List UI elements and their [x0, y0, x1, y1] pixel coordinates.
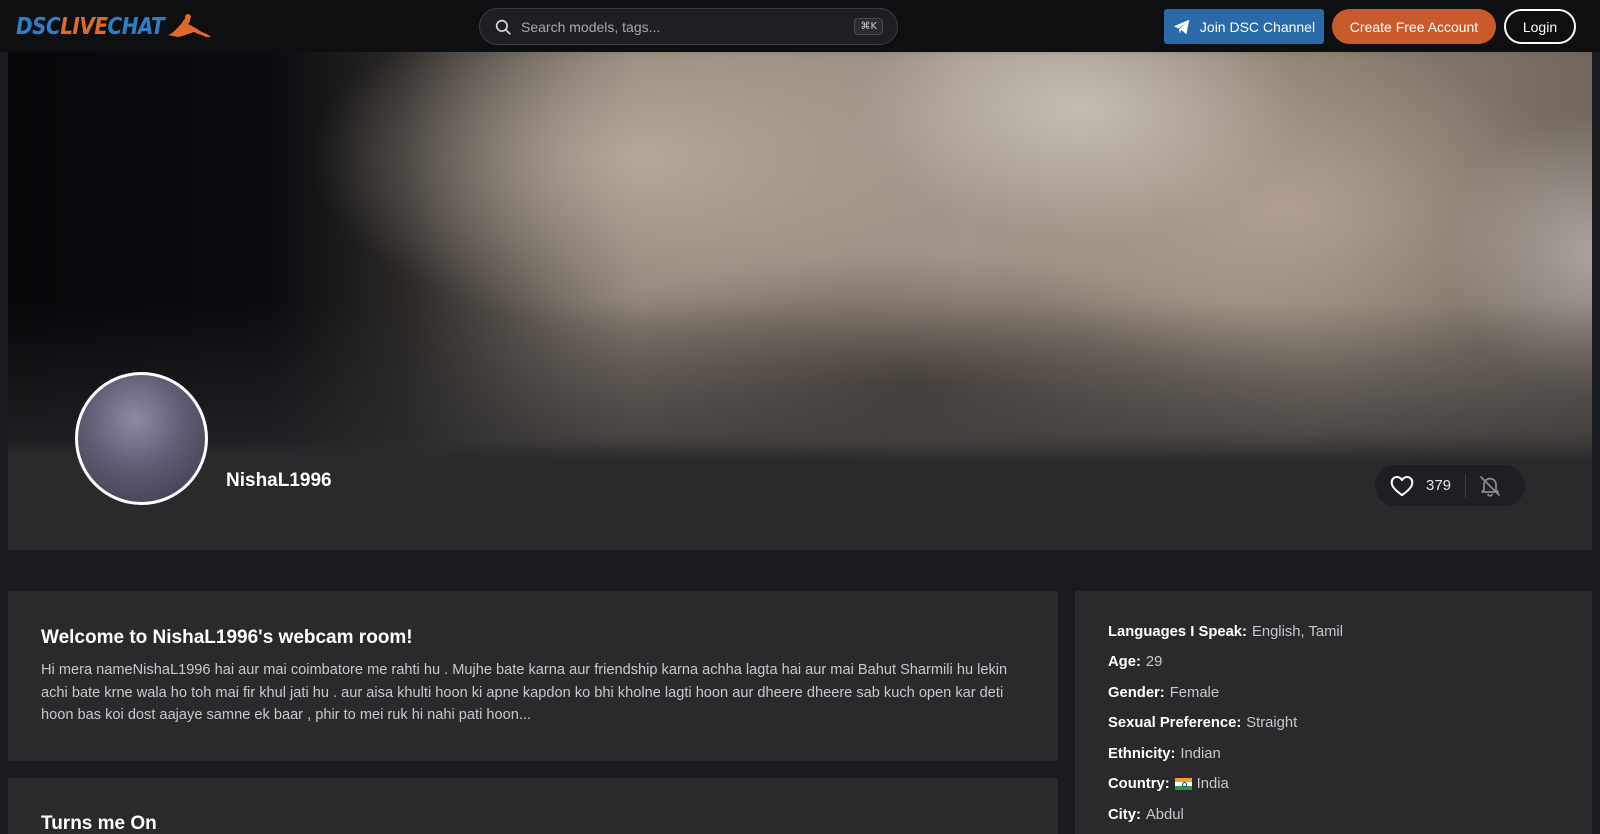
info-languages: Languages I Speak: English, Tamil — [1108, 624, 1343, 640]
top-navbar: DSCLIVECHAT ⌘K Join DSC Channel Create F… — [0, 0, 1600, 52]
info-ethnicity: Ethnicity: Indian — [1108, 746, 1221, 762]
turns-me-on-card: Turns me On — [8, 778, 1058, 834]
heart-icon[interactable] — [1389, 473, 1415, 499]
info-sexual-preference: Sexual Preference: Straight — [1108, 715, 1298, 731]
profile-username: NishaL1996 — [226, 470, 332, 491]
info-country: Country: India — [1108, 776, 1229, 792]
avatar[interactable] — [75, 372, 208, 505]
cover-fade — [8, 302, 1592, 550]
turns-me-on-title: Turns me On — [41, 813, 157, 834]
bell-off-icon[interactable] — [1478, 474, 1502, 498]
profile-info-card: Languages I Speak: English, Tamil Age: 29 … — [1075, 591, 1592, 834]
telegram-icon — [1173, 19, 1190, 34]
profile-hero: NishaL1996 379 — [8, 52, 1592, 550]
profile-actions-pill: 379 — [1375, 465, 1525, 506]
india-flag-icon — [1174, 778, 1192, 790]
about-title: Welcome to NishaL1996's webcam room! — [41, 627, 413, 648]
logo-figure-icon — [168, 14, 212, 37]
create-free-account-button[interactable]: Create Free Account — [1332, 9, 1496, 44]
search-shortcut-badge: ⌘K — [854, 18, 883, 35]
login-button[interactable]: Login — [1504, 9, 1576, 44]
search-icon — [495, 19, 511, 35]
join-dsc-channel-button[interactable]: Join DSC Channel — [1164, 9, 1324, 44]
info-gender: Gender: Female — [1108, 685, 1220, 701]
logo-text: DSCLIVECHAT — [16, 12, 165, 40]
info-age: Age: 29 — [1108, 654, 1163, 670]
search-bar[interactable]: ⌘K — [479, 8, 898, 45]
about-card: Welcome to NishaL1996's webcam room! Hi … — [8, 591, 1058, 761]
like-count: 379 — [1426, 477, 1452, 494]
site-logo[interactable]: DSCLIVECHAT — [16, 12, 212, 40]
info-city: City: Abdul — [1108, 807, 1184, 823]
join-dsc-channel-label: Join DSC Channel — [1199, 18, 1316, 35]
about-text: Hi mera nameNishaL1996 hai aur mai coimb… — [41, 662, 1008, 723]
search-input[interactable] — [521, 18, 855, 35]
pill-divider — [1465, 473, 1467, 498]
